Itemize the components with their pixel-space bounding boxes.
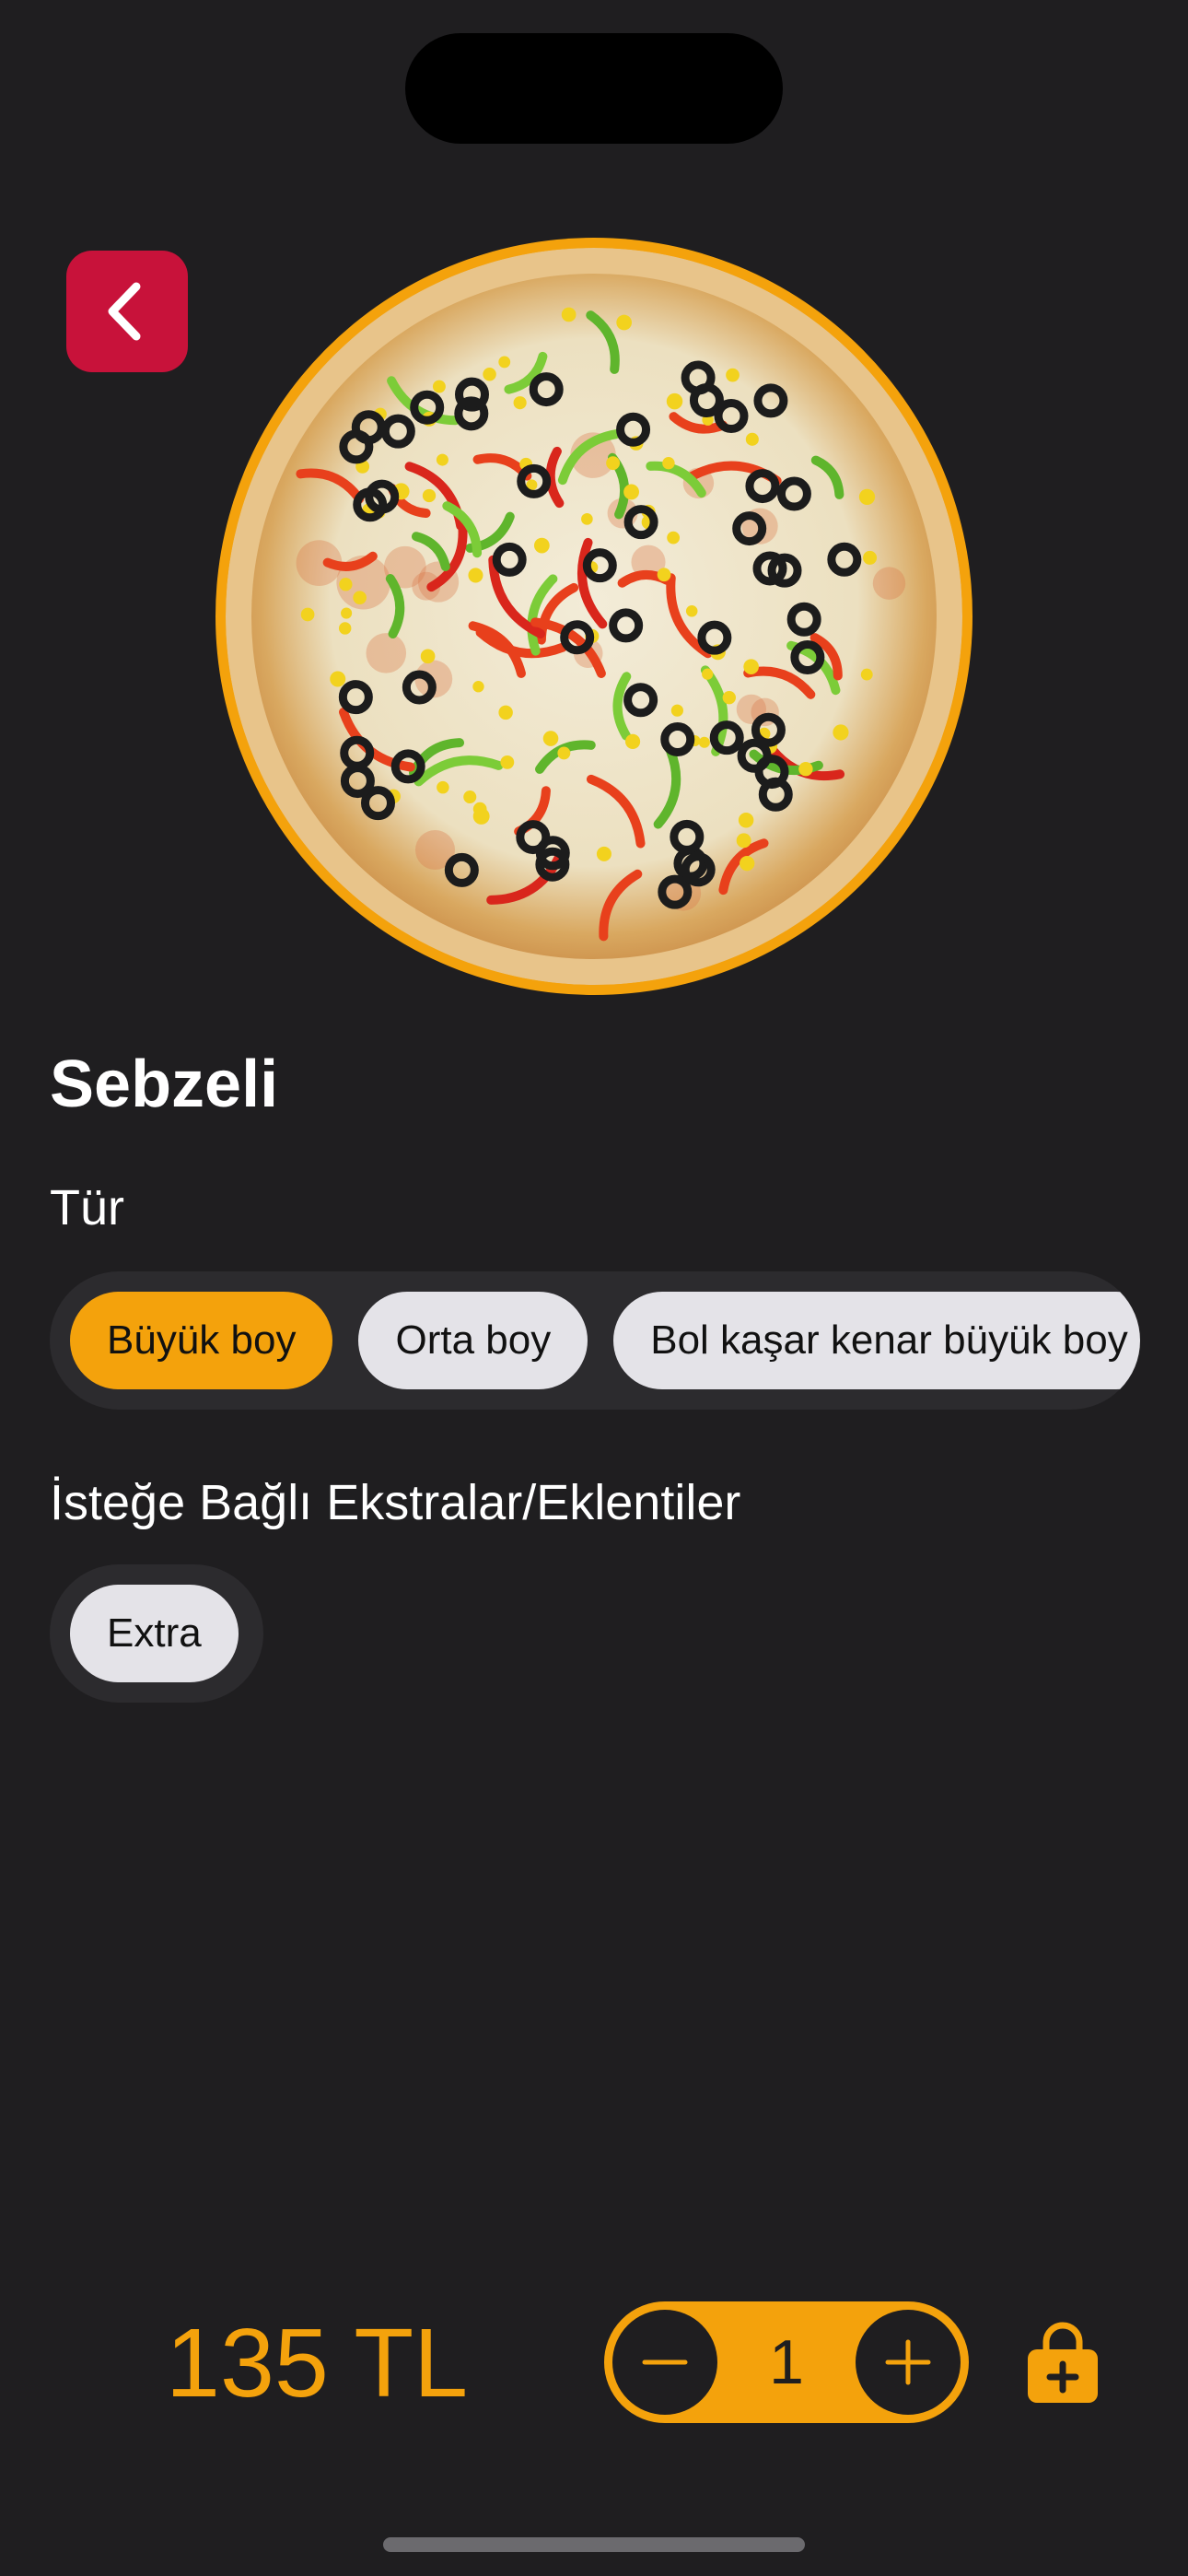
- chevron-left-icon: [108, 282, 141, 341]
- quantity-value: 1: [769, 2327, 804, 2397]
- dynamic-island: [405, 33, 783, 144]
- extras-section-label: İsteğe Bağlı Ekstralar/Eklentiler: [50, 1475, 741, 1530]
- type-option-large[interactable]: Büyük boy: [70, 1292, 333, 1389]
- product-title: Sebzeli: [50, 1048, 279, 1121]
- add-to-cart-bag-icon[interactable]: [1024, 2322, 1101, 2405]
- pizza-image: [226, 248, 962, 985]
- product-image-frame: [215, 238, 973, 995]
- quantity-stepper: 1: [604, 2301, 969, 2423]
- decrease-quantity-button[interactable]: [612, 2310, 717, 2415]
- extras-options-scroller: Extra: [50, 1564, 263, 1703]
- plus-icon: [885, 2339, 931, 2385]
- increase-quantity-button[interactable]: [856, 2310, 961, 2415]
- type-option-cheese-crust-large[interactable]: Bol kaşar kenar büyük boy: [613, 1292, 1140, 1389]
- extras-option-extra[interactable]: Extra: [70, 1585, 239, 1682]
- price-label: 135 TL: [166, 2309, 469, 2418]
- type-section-label: Tür: [50, 1180, 124, 1235]
- back-button[interactable]: [66, 251, 188, 372]
- type-options-scroller[interactable]: Büyük boy Orta boy Bol kaşar kenar büyük…: [50, 1271, 1140, 1410]
- minus-icon: [642, 2359, 688, 2365]
- type-option-medium[interactable]: Orta boy: [358, 1292, 588, 1389]
- home-indicator: [383, 2537, 805, 2552]
